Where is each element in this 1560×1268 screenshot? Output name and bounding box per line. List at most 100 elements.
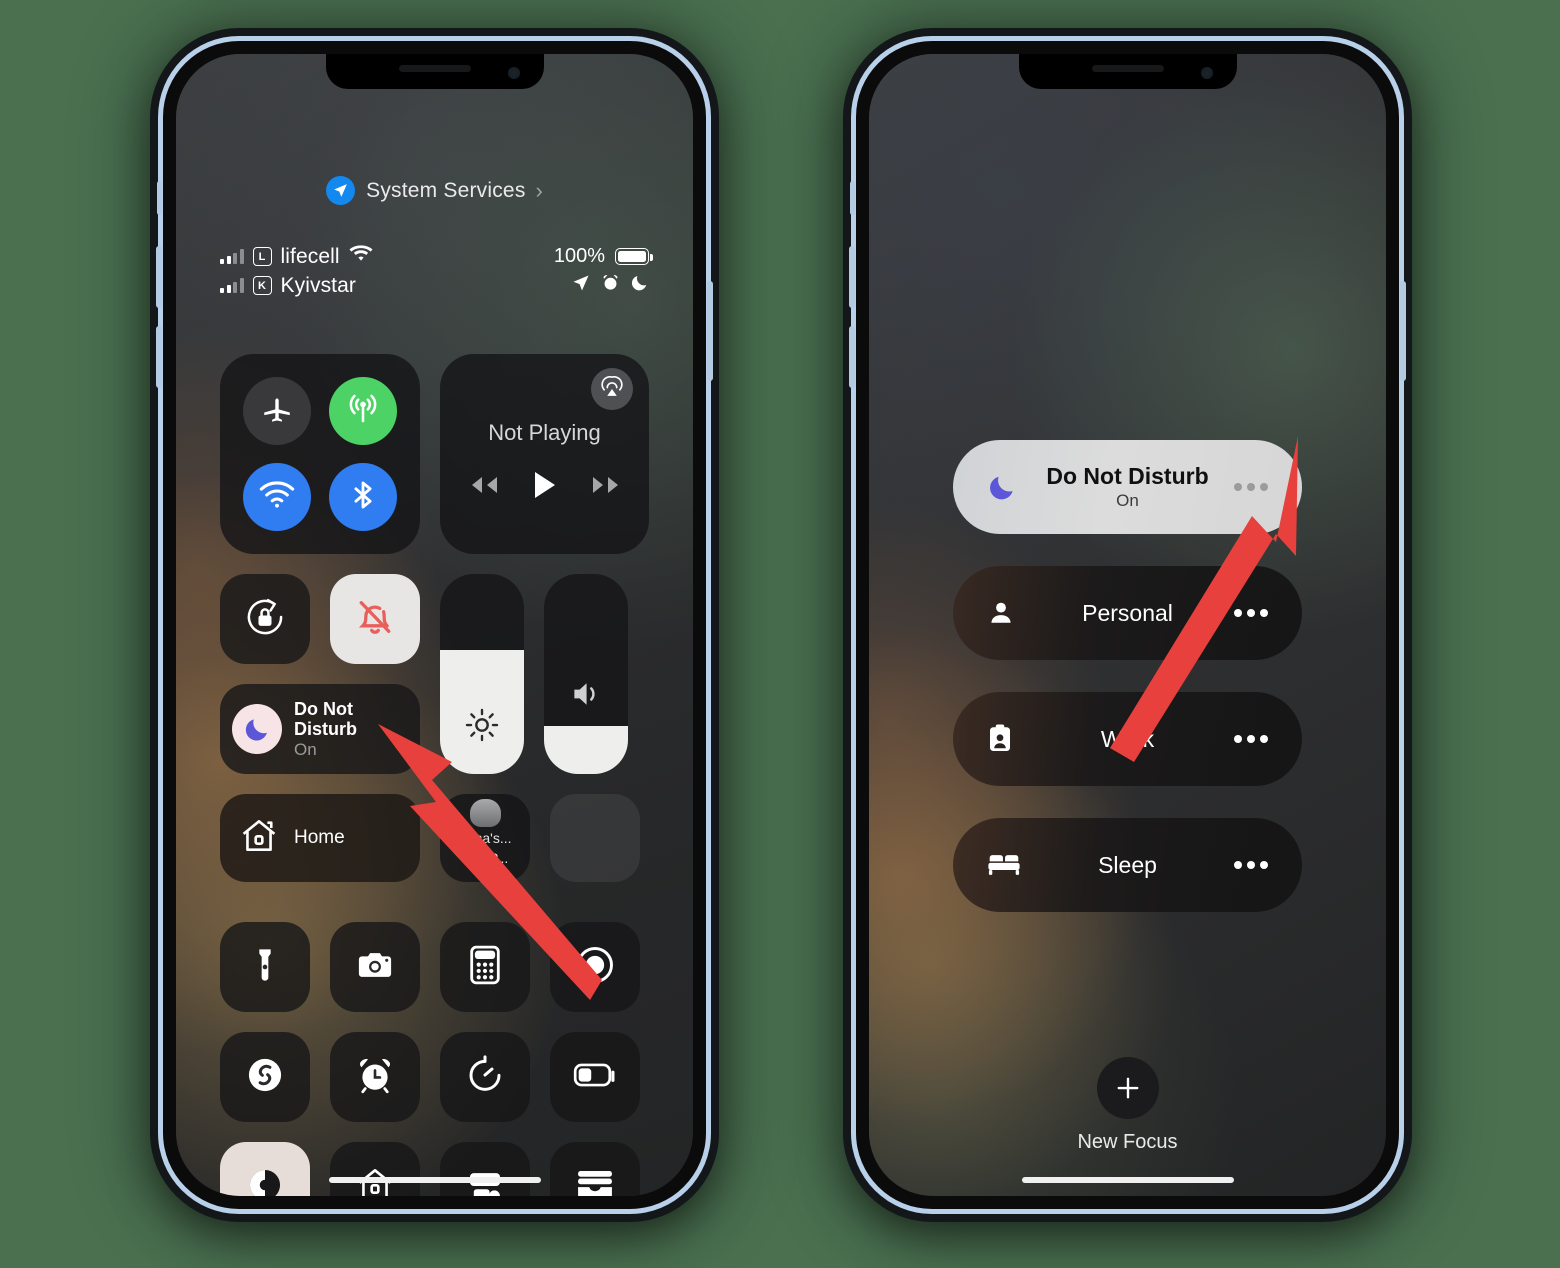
wallet-button[interactable] <box>550 1142 640 1196</box>
status-bar-row-primary: L lifecell 100% <box>220 242 653 271</box>
play-icon[interactable] <box>532 470 558 505</box>
home-indicator[interactable] <box>328 1177 541 1183</box>
calculator-button[interactable] <box>440 922 530 1012</box>
silent-mode-button[interactable] <box>330 574 420 664</box>
mute-switch[interactable] <box>157 181 162 215</box>
new-focus-button[interactable]: New Focus <box>869 1057 1386 1154</box>
volume-slider[interactable] <box>544 574 628 774</box>
dnd-state: On <box>294 740 317 760</box>
focus-row-sleep[interactable]: Sleep <box>953 818 1302 912</box>
home-label: Home <box>294 827 345 848</box>
flashlight-button[interactable] <box>220 922 310 1012</box>
calculator-icon <box>466 944 504 991</box>
crescent-moon-icon <box>630 273 649 298</box>
dnd-title-line2: Disturb <box>294 718 357 739</box>
screen-record-button[interactable] <box>550 922 640 1012</box>
low-power-mode-button[interactable] <box>550 1032 640 1122</box>
wifi-icon <box>349 244 373 269</box>
airplay-button[interactable] <box>591 368 633 410</box>
earpiece-speaker <box>1091 65 1164 72</box>
screenshot-stage: System Services › L lifecell 100% K Kyiv… <box>0 0 1560 1268</box>
ellipsis-icon[interactable] <box>1224 861 1268 869</box>
right-iphone-device: Do Not Disturb On Personal Work Sleep Ne… <box>849 41 1406 1209</box>
system-services-banner[interactable]: System Services › <box>176 176 693 205</box>
rewind-icon[interactable] <box>466 473 500 502</box>
battery-percent: 100% <box>553 245 605 267</box>
bluetooth-button[interactable] <box>329 463 397 531</box>
home-shortcut-button[interactable] <box>330 1142 420 1196</box>
timer-button[interactable] <box>440 1032 530 1122</box>
ellipsis-icon[interactable] <box>1224 735 1268 743</box>
focus-row-personal[interactable]: Personal <box>953 566 1302 660</box>
status-bar-row-secondary: K Kyivstar <box>220 271 649 300</box>
sim1-badge: L <box>252 247 272 266</box>
new-focus-label: New Focus <box>1077 1131 1178 1153</box>
earpiece-speaker <box>398 65 471 72</box>
battery-low-icon <box>573 1061 617 1094</box>
brightness-slider[interactable] <box>440 574 524 774</box>
home-indicator[interactable] <box>1021 1177 1234 1183</box>
homepod-tile[interactable]: Yana's... omeP... <box>440 794 530 882</box>
bluetooth-icon <box>346 478 380 517</box>
flashlight-icon <box>245 945 285 990</box>
shazam-button[interactable] <box>220 1032 310 1122</box>
battery-full-icon <box>615 248 653 265</box>
cellular-icon <box>345 391 381 432</box>
timer-icon <box>464 1054 506 1101</box>
volume-fill <box>544 726 628 774</box>
airplane-mode-button[interactable] <box>243 377 311 445</box>
crescent-moon-icon <box>232 704 282 754</box>
connectivity-module <box>220 354 420 554</box>
fast-forward-icon[interactable] <box>590 473 624 502</box>
sim2-badge: K <box>252 276 272 295</box>
code-scanner-button[interactable] <box>440 1142 530 1196</box>
volume-up-button[interactable] <box>849 246 855 308</box>
bell-slash-icon <box>353 595 397 644</box>
focus-row-work[interactable]: Work <box>953 692 1302 786</box>
rotation-lock-button[interactable] <box>220 574 310 664</box>
volume-down-button[interactable] <box>849 326 855 388</box>
left-iphone-device: System Services › L lifecell 100% K Kyiv… <box>156 41 713 1209</box>
cc-row-connectivity-media: Not Playing <box>220 354 649 554</box>
control-center: System Services › L lifecell 100% K Kyiv… <box>176 54 693 1196</box>
focus-row-do-not-disturb[interactable]: Do Not Disturb On <box>953 440 1302 534</box>
volume-down-button[interactable] <box>156 326 162 388</box>
ellipsis-icon[interactable] <box>1224 609 1268 617</box>
focus-label: Sleep <box>1098 851 1157 878</box>
camera-button[interactable] <box>330 922 420 1012</box>
focus-mode-list: Do Not Disturb On Personal Work Sleep <box>953 440 1302 912</box>
alarm-clock-icon <box>354 1054 396 1101</box>
ellipsis-icon[interactable] <box>1224 483 1268 491</box>
dark-mode-button[interactable] <box>220 1142 310 1196</box>
homepod-label-line1: Yana's... <box>458 830 512 846</box>
front-camera <box>1200 67 1213 79</box>
status-bar: L lifecell 100% K Kyivstar <box>220 242 653 300</box>
mini-toggle-row <box>220 574 420 664</box>
do-not-disturb-tile[interactable]: Do Not Disturb On <box>220 684 420 774</box>
media-player-module[interactable]: Not Playing <box>440 354 649 554</box>
alarm-button[interactable] <box>330 1032 420 1122</box>
location-arrow-icon <box>326 176 356 205</box>
dark-mode-icon <box>244 1164 286 1196</box>
notch <box>325 54 544 89</box>
wallet-icon <box>573 1167 617 1196</box>
control-center-grid: Not Playing Do Not Disturb On Home Yana'… <box>220 354 649 1196</box>
crescent-moon-icon <box>987 472 1031 502</box>
homepod-icon <box>469 799 501 827</box>
plus-icon <box>1096 1057 1159 1119</box>
mute-switch[interactable] <box>850 181 855 215</box>
focus-label: Do Not Disturb <box>1046 463 1209 489</box>
volume-up-button[interactable] <box>156 246 162 308</box>
sun-icon <box>440 706 524 744</box>
power-button[interactable] <box>707 281 713 381</box>
focus-sublabel: On <box>1116 491 1139 510</box>
cc-row-home: Home Yana's... omeP... <box>220 794 649 882</box>
wifi-button[interactable] <box>243 463 311 531</box>
home-tile[interactable]: Home <box>220 794 420 882</box>
camera-icon <box>354 944 396 991</box>
now-playing-title: Not Playing <box>488 419 601 445</box>
notch <box>1018 54 1237 89</box>
power-button[interactable] <box>1400 281 1406 381</box>
cellular-data-button[interactable] <box>329 377 397 445</box>
right-phone-screen: Do Not Disturb On Personal Work Sleep Ne… <box>869 54 1386 1196</box>
